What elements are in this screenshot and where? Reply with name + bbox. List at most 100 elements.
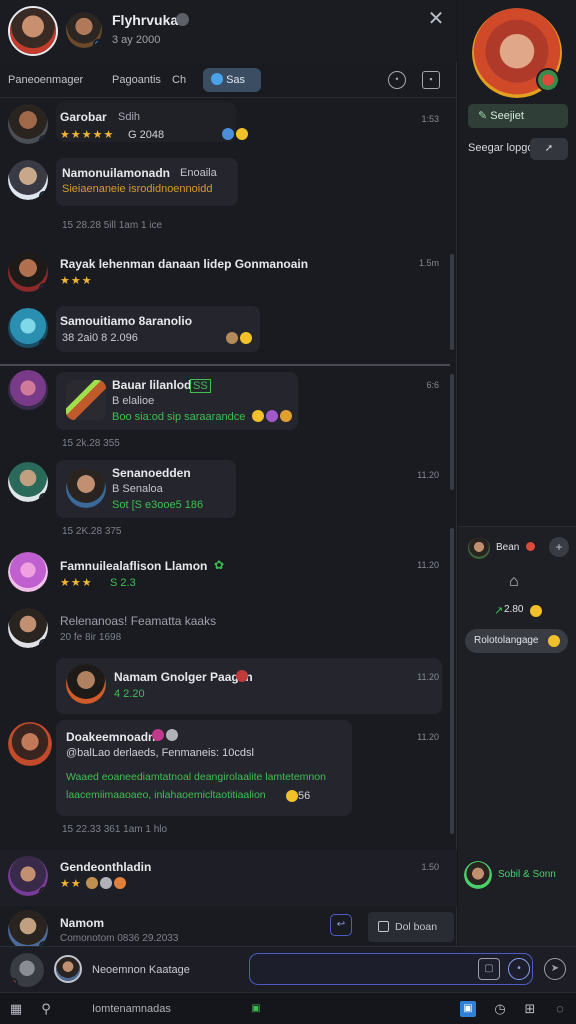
square-icon[interactable]: ▪ (422, 71, 440, 89)
profile-setting-label: Seegar lopgo (468, 142, 534, 154)
online-status-icon (39, 493, 48, 502)
message-avatar[interactable] (8, 722, 52, 766)
search-icon[interactable]: ⚲ (38, 1001, 54, 1017)
message-item[interactable]: Rayak lehenman danaan lidep Gonmanoain ★… (0, 250, 457, 300)
message-avatar[interactable] (8, 462, 48, 502)
tab-active-icon (211, 73, 223, 85)
reaction-icons (150, 729, 178, 742)
feed-scrollbar-bottom[interactable] (450, 528, 454, 834)
message-avatar[interactable] (8, 856, 48, 896)
composer-user-avatar[interactable] (10, 953, 44, 987)
message-author: Namom (60, 916, 105, 930)
message-feed[interactable]: Garobar Sdih ★★★★★ G 2048 1:53 Namonuila… (0, 98, 457, 946)
side-footer-row[interactable]: Sobil & Sonn (458, 853, 576, 897)
message-text: 38 2ai0 8 2.096 (62, 332, 138, 344)
message-meta: 15 2K.28 375 (62, 526, 122, 537)
message-item[interactable]: Namonuilamonadn Enoaila Sieiaenaneie isr… (0, 156, 457, 236)
online-status-icon (39, 339, 48, 348)
widget-pill-button[interactable]: Rolotolangage (465, 629, 568, 653)
profile-action-button[interactable]: ✎ Seejiet (468, 104, 568, 128)
footer-label: Sobil & Sonn (498, 869, 556, 880)
add-icon[interactable]: ⊞ (522, 1001, 538, 1017)
message-item[interactable]: Gendeonthladin ★★ 1.50 (0, 850, 457, 906)
toolbar-search-text[interactable]: Iomtenamnadas (92, 1003, 171, 1015)
chat-icon[interactable]: ◌ (552, 1001, 568, 1017)
info-icon[interactable]: • (388, 71, 406, 89)
feed-scrollbar[interactable] (450, 254, 454, 350)
message-time: 1.5m (418, 258, 439, 268)
message-number: 56 (298, 790, 311, 802)
message-time: 1.50 (421, 862, 439, 872)
message-avatar[interactable] (8, 308, 48, 348)
send-icon[interactable]: ➤ (544, 958, 566, 980)
message-time: 6:6 (426, 380, 439, 390)
tab-active[interactable]: Sas (203, 68, 261, 92)
message-author: Namam Gnolger Paagan (114, 670, 253, 684)
online-status-icon (39, 283, 48, 292)
current-user-avatar[interactable] (8, 6, 58, 56)
message-time: 11.20 (417, 560, 439, 570)
message-image-thumbnail[interactable] (66, 380, 106, 420)
message-item[interactable]: Senanoedden B Senaloa Sot [S e3ooe5 186 … (0, 458, 457, 542)
profile-card: ✎ Seejiet Seegar lopgo ➚ (458, 0, 576, 525)
chat-main-panel: Flyhrvuka 3 ay 2000 ✕ Paneoenmager Pagoa… (0, 0, 457, 1024)
message-tag: SS (190, 379, 211, 393)
tab-pagoantis[interactable]: Pagoantis (112, 74, 161, 86)
feed-scrollbar-lower[interactable] (450, 374, 454, 490)
message-image-thumbnail[interactable] (66, 468, 106, 508)
message-author: Relenanoas! Feamatta kaaks (60, 614, 217, 628)
message-avatar[interactable] (8, 104, 48, 144)
close-icon[interactable]: ✕ (426, 9, 446, 29)
message-item[interactable]: Samouitiamo 8aranolio 38 2ai0 8 2.096 (0, 304, 457, 360)
online-status-icon (93, 39, 102, 48)
message-author: Senanoedden (112, 466, 191, 480)
message-item[interactable]: Namam Gnolger Paagan 4 2.20 11.20 (0, 658, 457, 714)
message-item[interactable]: Doakeemnoadn @balLao derlaeds, Fenmaneis… (0, 718, 457, 844)
reaction-icon (286, 790, 298, 802)
message-item[interactable]: Famnuilealaflison Llamon ✿ ★★★ S 2.3 11.… (0, 550, 457, 598)
message-text: Sieiaenaneie isrodidnoennoidd (62, 183, 213, 195)
message-image-thumbnail[interactable] (66, 664, 106, 704)
trend-icon: ↗ (494, 605, 504, 617)
footer-avatar[interactable] (464, 861, 492, 889)
message-avatar[interactable] (8, 252, 48, 292)
image-icon[interactable]: ▣ (460, 1001, 476, 1017)
composer-contact-avatar[interactable] (54, 955, 82, 983)
widget-add-button[interactable]: + (549, 537, 569, 557)
message-subline: @balLao derlaeds, Fenmaneis: 10cdsl (66, 747, 254, 759)
message-item[interactable]: Relenanoas! Feamatta kaaks 20 fe 8ir 169… (0, 606, 457, 650)
message-text-continued: laacemiimaaoaeo, inlahaoemicltaotitiaali… (66, 789, 266, 801)
profile-setting-toggle[interactable]: ➚ (530, 138, 568, 160)
reply-icon[interactable]: ↩ (330, 914, 352, 936)
message-author: Namonuilamonadn (62, 166, 171, 180)
attach-icon[interactable]: ▢ (478, 958, 500, 980)
message-avatar[interactable] (8, 160, 48, 200)
quick-action-button[interactable]: Dol boan (368, 912, 454, 942)
message-avatar[interactable] (8, 370, 48, 410)
message-avatar[interactable] (8, 910, 48, 946)
clock-icon[interactable]: ◷ (492, 1001, 508, 1017)
message-subline: B Senaloa (112, 483, 163, 495)
files-icon[interactable]: ▦ (8, 1001, 24, 1017)
message-avatar[interactable] (8, 608, 48, 648)
message-rating: ★★★★★ (60, 129, 115, 141)
record-status-icon (10, 978, 18, 987)
message-bubble (56, 306, 260, 352)
emoji-picker-icon[interactable]: • (508, 958, 530, 980)
message-rating: ★★ (60, 878, 82, 890)
message-item[interactable]: Namom Comonotom 0836 29.2033 ↩ Dol boan (0, 908, 457, 946)
home-icon[interactable]: ⌂ (509, 573, 519, 591)
message-text: S 2.3 (110, 577, 136, 589)
message-text: Boo sia:od sip saraarandce (112, 411, 246, 423)
message-item[interactable]: Bauar lilanlod SS B elalioe Boo sia:od s… (0, 370, 457, 454)
contact-avatar[interactable] (66, 12, 102, 48)
tab-ch[interactable]: Ch (172, 74, 186, 86)
tab-active-label: Sas (226, 74, 246, 86)
online-status-icon (39, 639, 48, 648)
widget-avatar[interactable] (468, 537, 490, 559)
message-item[interactable]: Garobar Sdih ★★★★★ G 2048 1:53 (0, 102, 457, 150)
gif-icon[interactable]: ▣ (248, 1001, 264, 1017)
message-meta: 15 2k.28 355 (62, 438, 120, 449)
message-input[interactable]: ▢ • (249, 953, 533, 985)
message-avatar[interactable] (8, 552, 48, 592)
